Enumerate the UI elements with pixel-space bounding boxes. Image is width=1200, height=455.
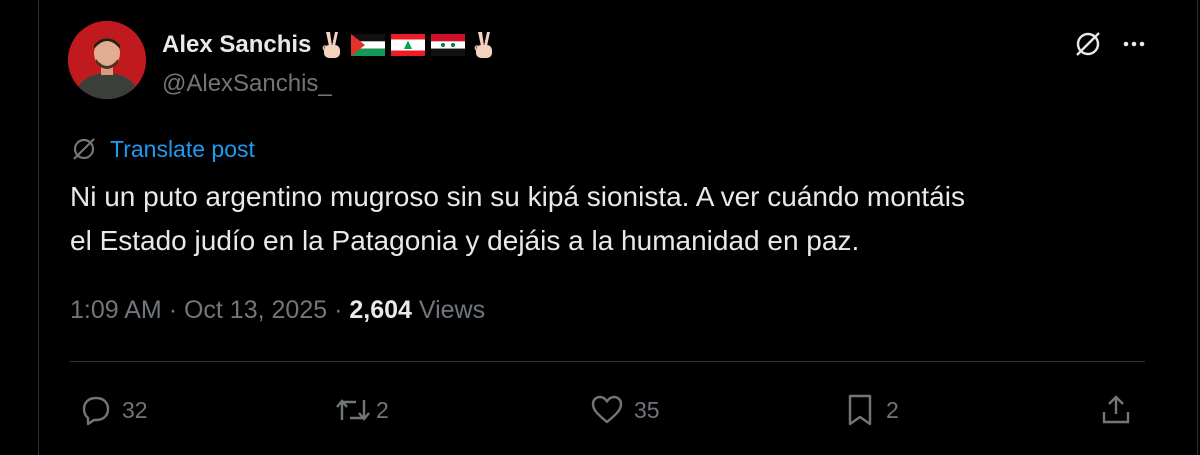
repost-count: 2 (376, 396, 389, 423)
reply-count: 32 (122, 396, 148, 423)
post-meta: 1:09 AM · Oct 13, 2025 · 2,604 Views (70, 296, 485, 325)
views-count: 2,604 (349, 296, 412, 324)
bookmark-count: 2 (886, 396, 899, 423)
more-options-button[interactable] (1116, 26, 1152, 62)
grok-icon (1076, 32, 1100, 56)
divider (70, 361, 1145, 362)
reply-icon (82, 396, 110, 426)
post-top-actions (1060, 26, 1152, 62)
bookmark-icon (848, 394, 872, 426)
author-name-row: Alex Sanchis (162, 28, 503, 62)
share-icon (1102, 395, 1130, 424)
more-horizontal-icon (1123, 41, 1145, 47)
victory-hand-icon (475, 32, 493, 58)
post-date[interactable]: Oct 13, 2025 (184, 296, 327, 324)
post-text-line: Ni un puto argentino mugroso sin su kipá… (70, 181, 965, 212)
action-bar: 32 2 35 2 (0, 390, 1200, 430)
views-label: Views (418, 296, 486, 324)
grok-button[interactable] (1070, 26, 1106, 62)
repost-icon (336, 399, 370, 421)
translate-post-label[interactable]: Translate post (110, 136, 255, 163)
meta-separator: · (168, 296, 184, 324)
post-text: Ni un puto argentino mugroso sin su kipá… (70, 175, 1160, 263)
like-button[interactable]: 35 (588, 390, 660, 430)
translate-post-link[interactable]: Translate post (70, 134, 255, 164)
author-handle[interactable]: @AlexSanchis_ (162, 70, 332, 98)
meta-separator: · (334, 296, 350, 324)
share-button[interactable] (1098, 390, 1134, 430)
author-display-name[interactable]: Alex Sanchis (162, 31, 311, 59)
bookmark-button[interactable]: 2 (842, 390, 899, 430)
post-text-line: el Estado judío en la Patagonia y dejáis… (70, 225, 860, 256)
flag-syria-icon (431, 34, 466, 56)
post-time[interactable]: 1:09 AM (70, 296, 162, 324)
repost-button[interactable]: 2 (332, 390, 389, 430)
flag-lebanon-icon (391, 34, 426, 56)
flag-palestine-icon (351, 34, 386, 56)
grok-icon (73, 138, 95, 160)
name-emoji-row (319, 30, 503, 60)
avatar-photo (68, 21, 146, 99)
heart-icon (591, 395, 623, 424)
reply-button[interactable]: 32 (78, 390, 148, 430)
victory-hand-icon (323, 32, 341, 58)
like-count: 35 (634, 396, 660, 423)
avatar[interactable] (68, 21, 146, 99)
